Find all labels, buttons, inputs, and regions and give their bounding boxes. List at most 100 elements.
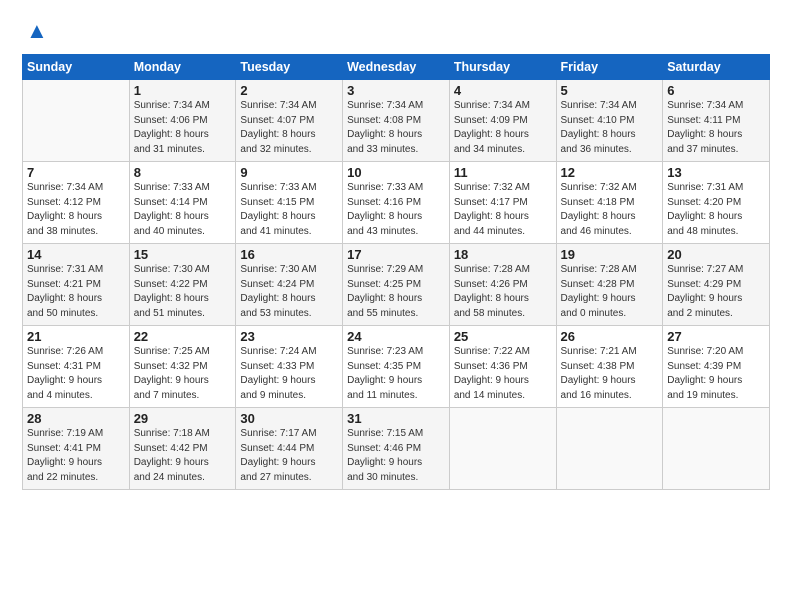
day-info: Sunrise: 7:31 AMSunset: 4:21 PMDaylight:… [27, 263, 125, 321]
day-number: 13 [667, 165, 765, 180]
calendar-cell: 14Sunrise: 7:31 AMSunset: 4:21 PMDayligh… [23, 244, 130, 326]
day-number: 14 [27, 247, 125, 262]
day-number: 28 [27, 411, 125, 426]
weekday-header-monday: Monday [129, 55, 236, 80]
day-number: 21 [27, 329, 125, 344]
calendar-cell: 28Sunrise: 7:19 AMSunset: 4:41 PMDayligh… [23, 408, 130, 490]
day-info: Sunrise: 7:17 AMSunset: 4:44 PMDaylight:… [240, 427, 338, 485]
day-info: Sunrise: 7:28 AMSunset: 4:28 PMDaylight:… [561, 263, 659, 321]
day-info: Sunrise: 7:30 AMSunset: 4:24 PMDaylight:… [240, 263, 338, 321]
calendar-cell [449, 408, 556, 490]
week-row-3: 21Sunrise: 7:26 AMSunset: 4:31 PMDayligh… [23, 326, 770, 408]
logo-row: ▲ [22, 18, 48, 44]
day-number: 19 [561, 247, 659, 262]
day-number: 15 [134, 247, 232, 262]
day-number: 22 [134, 329, 232, 344]
week-row-0: 1Sunrise: 7:34 AMSunset: 4:06 PMDaylight… [23, 80, 770, 162]
calendar-cell [23, 80, 130, 162]
calendar-cell: 19Sunrise: 7:28 AMSunset: 4:28 PMDayligh… [556, 244, 663, 326]
calendar-cell: 10Sunrise: 7:33 AMSunset: 4:16 PMDayligh… [343, 162, 450, 244]
day-number: 8 [134, 165, 232, 180]
day-info: Sunrise: 7:24 AMSunset: 4:33 PMDaylight:… [240, 345, 338, 403]
logo-block: ▲ [22, 18, 48, 44]
calendar-cell: 13Sunrise: 7:31 AMSunset: 4:20 PMDayligh… [663, 162, 770, 244]
calendar-cell: 26Sunrise: 7:21 AMSunset: 4:38 PMDayligh… [556, 326, 663, 408]
day-number: 7 [27, 165, 125, 180]
day-number: 20 [667, 247, 765, 262]
calendar-table: SundayMondayTuesdayWednesdayThursdayFrid… [22, 54, 770, 490]
calendar-cell: 3Sunrise: 7:34 AMSunset: 4:08 PMDaylight… [343, 80, 450, 162]
calendar-cell: 9Sunrise: 7:33 AMSunset: 4:15 PMDaylight… [236, 162, 343, 244]
day-info: Sunrise: 7:29 AMSunset: 4:25 PMDaylight:… [347, 263, 445, 321]
day-number: 26 [561, 329, 659, 344]
day-number: 6 [667, 83, 765, 98]
calendar-cell: 23Sunrise: 7:24 AMSunset: 4:33 PMDayligh… [236, 326, 343, 408]
calendar-cell: 20Sunrise: 7:27 AMSunset: 4:29 PMDayligh… [663, 244, 770, 326]
day-number: 31 [347, 411, 445, 426]
day-info: Sunrise: 7:28 AMSunset: 4:26 PMDaylight:… [454, 263, 552, 321]
day-info: Sunrise: 7:34 AMSunset: 4:06 PMDaylight:… [134, 99, 232, 157]
calendar-cell: 17Sunrise: 7:29 AMSunset: 4:25 PMDayligh… [343, 244, 450, 326]
day-info: Sunrise: 7:25 AMSunset: 4:32 PMDaylight:… [134, 345, 232, 403]
calendar-cell: 11Sunrise: 7:32 AMSunset: 4:17 PMDayligh… [449, 162, 556, 244]
day-info: Sunrise: 7:18 AMSunset: 4:42 PMDaylight:… [134, 427, 232, 485]
calendar-cell: 12Sunrise: 7:32 AMSunset: 4:18 PMDayligh… [556, 162, 663, 244]
calendar-cell: 8Sunrise: 7:33 AMSunset: 4:14 PMDaylight… [129, 162, 236, 244]
day-info: Sunrise: 7:34 AMSunset: 4:10 PMDaylight:… [561, 99, 659, 157]
day-number: 2 [240, 83, 338, 98]
week-row-1: 7Sunrise: 7:34 AMSunset: 4:12 PMDaylight… [23, 162, 770, 244]
day-number: 30 [240, 411, 338, 426]
calendar-cell: 2Sunrise: 7:34 AMSunset: 4:07 PMDaylight… [236, 80, 343, 162]
day-info: Sunrise: 7:31 AMSunset: 4:20 PMDaylight:… [667, 181, 765, 239]
logo: ▲ [22, 18, 48, 44]
day-number: 3 [347, 83, 445, 98]
week-row-2: 14Sunrise: 7:31 AMSunset: 4:21 PMDayligh… [23, 244, 770, 326]
calendar-cell: 6Sunrise: 7:34 AMSunset: 4:11 PMDaylight… [663, 80, 770, 162]
calendar-cell: 31Sunrise: 7:15 AMSunset: 4:46 PMDayligh… [343, 408, 450, 490]
day-info: Sunrise: 7:15 AMSunset: 4:46 PMDaylight:… [347, 427, 445, 485]
calendar-cell: 18Sunrise: 7:28 AMSunset: 4:26 PMDayligh… [449, 244, 556, 326]
day-info: Sunrise: 7:20 AMSunset: 4:39 PMDaylight:… [667, 345, 765, 403]
calendar-cell: 21Sunrise: 7:26 AMSunset: 4:31 PMDayligh… [23, 326, 130, 408]
day-info: Sunrise: 7:34 AMSunset: 4:07 PMDaylight:… [240, 99, 338, 157]
day-info: Sunrise: 7:34 AMSunset: 4:12 PMDaylight:… [27, 181, 125, 239]
calendar-cell: 1Sunrise: 7:34 AMSunset: 4:06 PMDaylight… [129, 80, 236, 162]
day-number: 5 [561, 83, 659, 98]
day-number: 12 [561, 165, 659, 180]
day-info: Sunrise: 7:34 AMSunset: 4:11 PMDaylight:… [667, 99, 765, 157]
day-number: 1 [134, 83, 232, 98]
day-number: 17 [347, 247, 445, 262]
day-number: 24 [347, 329, 445, 344]
day-info: Sunrise: 7:22 AMSunset: 4:36 PMDaylight:… [454, 345, 552, 403]
calendar-cell: 22Sunrise: 7:25 AMSunset: 4:32 PMDayligh… [129, 326, 236, 408]
weekday-header-tuesday: Tuesday [236, 55, 343, 80]
calendar-cell: 4Sunrise: 7:34 AMSunset: 4:09 PMDaylight… [449, 80, 556, 162]
day-info: Sunrise: 7:33 AMSunset: 4:16 PMDaylight:… [347, 181, 445, 239]
calendar-cell: 27Sunrise: 7:20 AMSunset: 4:39 PMDayligh… [663, 326, 770, 408]
calendar-cell: 5Sunrise: 7:34 AMSunset: 4:10 PMDaylight… [556, 80, 663, 162]
calendar-cell [556, 408, 663, 490]
calendar-cell: 15Sunrise: 7:30 AMSunset: 4:22 PMDayligh… [129, 244, 236, 326]
day-info: Sunrise: 7:32 AMSunset: 4:17 PMDaylight:… [454, 181, 552, 239]
day-info: Sunrise: 7:19 AMSunset: 4:41 PMDaylight:… [27, 427, 125, 485]
calendar-cell: 16Sunrise: 7:30 AMSunset: 4:24 PMDayligh… [236, 244, 343, 326]
day-number: 23 [240, 329, 338, 344]
weekday-header-friday: Friday [556, 55, 663, 80]
weekday-header-wednesday: Wednesday [343, 55, 450, 80]
day-info: Sunrise: 7:30 AMSunset: 4:22 PMDaylight:… [134, 263, 232, 321]
calendar-cell [663, 408, 770, 490]
header: ▲ [22, 18, 770, 44]
weekday-header-sunday: Sunday [23, 55, 130, 80]
day-info: Sunrise: 7:34 AMSunset: 4:08 PMDaylight:… [347, 99, 445, 157]
calendar-cell: 24Sunrise: 7:23 AMSunset: 4:35 PMDayligh… [343, 326, 450, 408]
day-number: 18 [454, 247, 552, 262]
day-number: 10 [347, 165, 445, 180]
day-info: Sunrise: 7:33 AMSunset: 4:14 PMDaylight:… [134, 181, 232, 239]
day-info: Sunrise: 7:32 AMSunset: 4:18 PMDaylight:… [561, 181, 659, 239]
weekday-header-row: SundayMondayTuesdayWednesdayThursdayFrid… [23, 55, 770, 80]
calendar-cell: 25Sunrise: 7:22 AMSunset: 4:36 PMDayligh… [449, 326, 556, 408]
day-info: Sunrise: 7:21 AMSunset: 4:38 PMDaylight:… [561, 345, 659, 403]
day-number: 4 [454, 83, 552, 98]
calendar-cell: 7Sunrise: 7:34 AMSunset: 4:12 PMDaylight… [23, 162, 130, 244]
day-number: 29 [134, 411, 232, 426]
